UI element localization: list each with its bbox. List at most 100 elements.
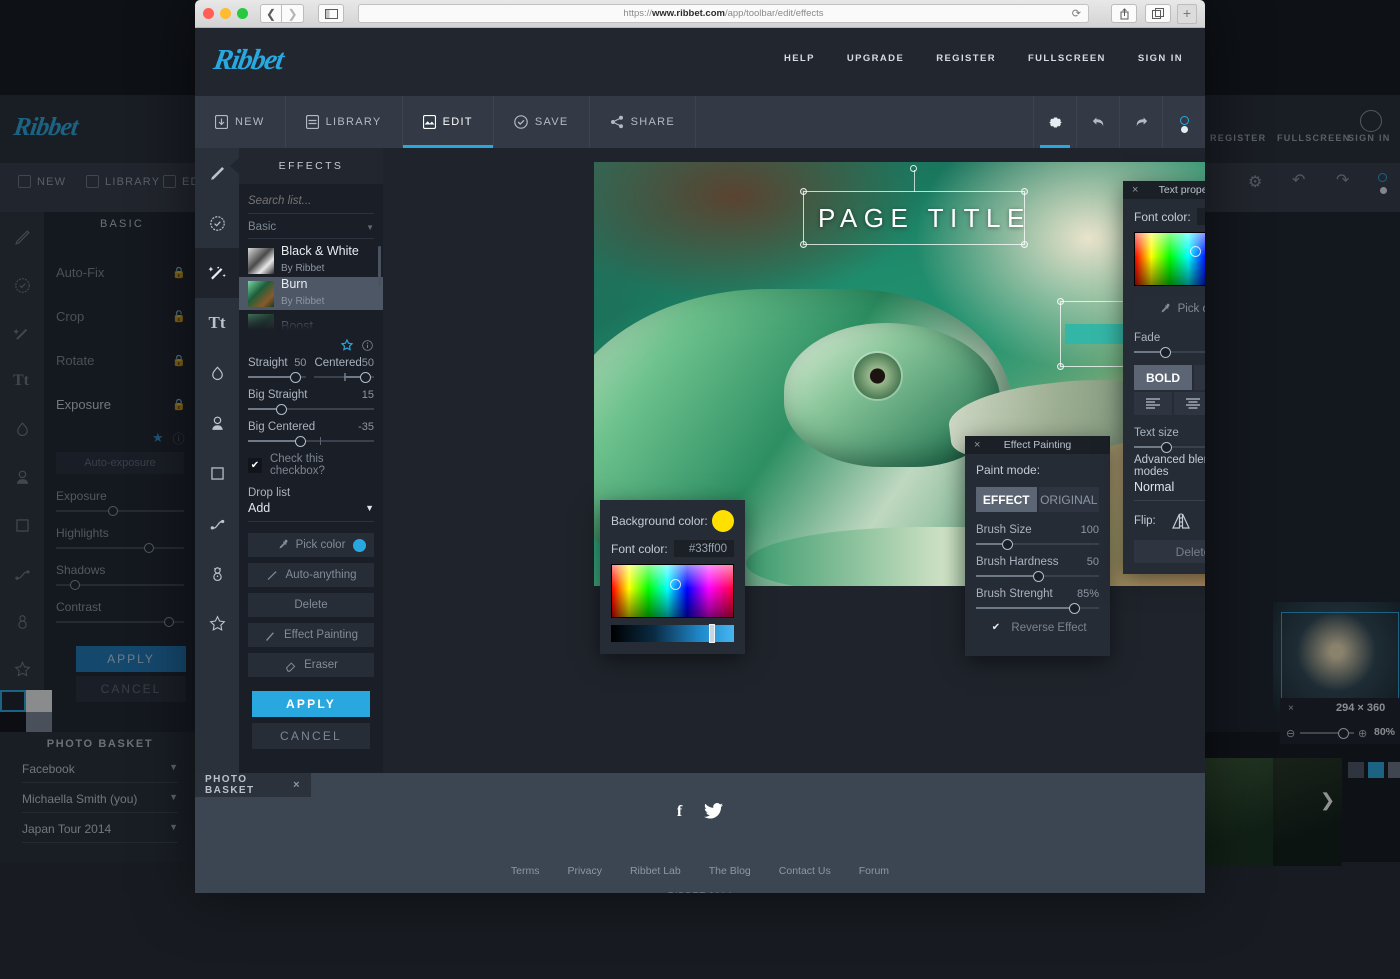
rail-item-frames[interactable] [195, 448, 239, 498]
resize-handle-tr[interactable] [1021, 188, 1028, 195]
blend-mode-select[interactable]: Normal ▼ [1134, 478, 1205, 501]
search-input[interactable] [248, 195, 404, 207]
effects-list[interactable]: Black & White By Ribbet Burn By Ribbet B… [239, 244, 383, 330]
toolbar-item-save[interactable]: SAVE [494, 96, 590, 148]
effect-list-item[interactable]: Burn By Ribbet [239, 277, 383, 310]
font-color-hex[interactable]: #33ff00 [1196, 208, 1205, 225]
undo-button[interactable] [1077, 96, 1119, 148]
align-left-button[interactable] [1134, 392, 1172, 415]
facebook-icon[interactable]: f [677, 803, 682, 821]
ribbet-logo[interactable]: Ribbet [211, 44, 285, 77]
auto-anything-button[interactable]: Auto-anything [248, 563, 374, 587]
resize-handle-br[interactable] [1021, 241, 1028, 248]
resize-handle-bl[interactable] [1057, 363, 1064, 370]
twitter-icon[interactable] [704, 803, 724, 819]
nav-upgrade[interactable]: UPGRADE [847, 53, 904, 64]
paint-mode-effect[interactable]: EFFECT [976, 487, 1037, 512]
rail-item-seasonal[interactable] [195, 548, 239, 598]
align-center-button[interactable] [1174, 392, 1205, 415]
maximize-window-button[interactable] [237, 8, 248, 19]
slider-track[interactable] [314, 371, 374, 383]
effects-list-scrollbar[interactable] [378, 246, 381, 286]
color-gradient-picker[interactable] [1134, 232, 1205, 286]
slider-knob[interactable] [1161, 441, 1173, 453]
pick-color-button[interactable]: Pick color [1134, 296, 1205, 321]
star-icon[interactable] [340, 338, 354, 352]
rail-item-favorites[interactable] [195, 598, 239, 648]
background-color-swatch[interactable] [712, 510, 734, 532]
nav-signin[interactable]: SIGN IN [1138, 53, 1183, 64]
page-title-text[interactable]: PAGE TITLE [818, 203, 1031, 234]
droplist-select[interactable]: Add ▼ [248, 499, 374, 522]
slider-track[interactable] [976, 538, 1099, 550]
rotate-handle[interactable] [910, 165, 917, 172]
slider-track[interactable] [248, 403, 374, 415]
rail-item-effects[interactable] [195, 248, 239, 298]
toolbar-item-share[interactable]: SHARE [590, 96, 696, 148]
close-window-button[interactable] [203, 8, 214, 19]
footer-link-terms[interactable]: Terms [511, 865, 540, 877]
reverse-effect-row[interactable]: ✔ Reverse Effect [976, 620, 1099, 635]
effect-list-item[interactable]: Black & White By Ribbet [239, 244, 383, 277]
flip-horizontal-icon[interactable] [1170, 512, 1192, 530]
address-bar[interactable]: https://www.ribbet.com/app/toolbar/edit/… [358, 4, 1089, 23]
gradient-picker-handle[interactable] [1189, 246, 1201, 257]
nav-fullscreen[interactable]: FULLSCREEN [1028, 53, 1106, 64]
nav-help[interactable]: HELP [784, 53, 815, 64]
forward-button[interactable]: ❯ [282, 4, 304, 23]
redo-button[interactable] [1120, 96, 1162, 148]
slider-knob[interactable] [294, 435, 306, 447]
effect-checkbox-row[interactable]: ✔ Check this checkbox? [248, 453, 374, 477]
delete-button[interactable]: Delete [1134, 540, 1205, 563]
footer-link-contact-us[interactable]: Contact Us [779, 865, 831, 877]
effects-search-row[interactable] [248, 195, 404, 214]
slider-track[interactable] [248, 371, 307, 383]
rail-item-portrait[interactable] [195, 398, 239, 448]
resize-handle-tl[interactable] [800, 188, 807, 195]
eraser-button[interactable]: Eraser [248, 653, 374, 677]
value-slider-handle[interactable] [709, 624, 716, 643]
bold-button[interactable]: BOLD [1134, 365, 1192, 390]
gradient-picker-handle[interactable] [670, 578, 682, 590]
toolbar-item-library[interactable]: LIBRARY [286, 96, 403, 148]
slider-knob[interactable] [1032, 570, 1044, 582]
close-icon[interactable]: × [1132, 184, 1138, 196]
slider-knob[interactable] [1159, 346, 1171, 358]
delete-button[interactable]: Delete [248, 593, 374, 617]
slider-track[interactable] [1134, 346, 1205, 358]
resize-handle-tl[interactable] [1057, 298, 1064, 305]
slider-knob[interactable] [1001, 538, 1013, 550]
font-color-hex[interactable]: #33ff00 [673, 540, 734, 557]
effects-category-select[interactable]: Basic ▼ [248, 221, 374, 239]
slider-track[interactable] [976, 602, 1099, 614]
toolbar-item-edit[interactable]: EDIT [402, 96, 494, 148]
footer-link-the-blog[interactable]: The Blog [709, 865, 751, 877]
rail-item-basic[interactable] [195, 198, 239, 248]
close-icon[interactable]: × [974, 439, 980, 451]
footer-link-forum[interactable]: Forum [859, 865, 889, 877]
share-button[interactable] [1111, 4, 1137, 23]
reload-icon[interactable]: ⟳ [1072, 7, 1081, 20]
bold-italic-toggle[interactable]: BOLD ITALIC [1134, 365, 1205, 390]
new-tab-button[interactable]: + [1177, 3, 1197, 24]
paint-mode-original[interactable]: ORIGINAL [1038, 487, 1099, 512]
slider-knob[interactable] [290, 371, 302, 383]
slider-track[interactable] [1134, 441, 1205, 453]
back-button[interactable]: ❮ [260, 4, 282, 23]
checkbox[interactable]: ✔ [248, 457, 262, 473]
slider-track[interactable] [976, 570, 1099, 582]
rail-item-curves[interactable] [195, 498, 239, 548]
color-value-slider[interactable] [611, 624, 734, 643]
italic-button[interactable]: ITALIC [1194, 365, 1205, 390]
cancel-button[interactable]: CANCEL [252, 723, 370, 749]
close-icon[interactable]: × [293, 779, 301, 791]
footer-link-ribbet-lab[interactable]: Ribbet Lab [630, 865, 681, 877]
sidebar-toggle-button[interactable] [318, 4, 344, 23]
slider-knob[interactable] [1069, 602, 1081, 614]
rail-item-shapes[interactable] [195, 348, 239, 398]
text-align-group[interactable] [1134, 392, 1205, 415]
slider-knob[interactable] [359, 371, 371, 383]
apply-button[interactable]: APPLY [252, 691, 370, 717]
slider-track[interactable] [248, 435, 374, 447]
tabs-button[interactable] [1145, 4, 1171, 23]
